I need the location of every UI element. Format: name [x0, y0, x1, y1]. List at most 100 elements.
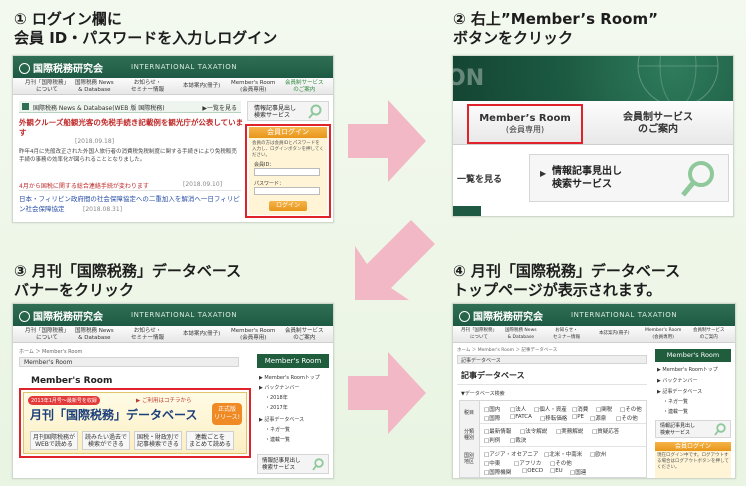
divider	[19, 190, 241, 191]
feature-pill-category: 国税・財政別で 記事検索できる	[134, 431, 182, 450]
nav-info-4[interactable]: お知らせ・ セミナー情報	[553, 328, 580, 341]
check-eu[interactable]: □EU	[550, 468, 563, 474]
check-pe[interactable]: □PE	[572, 414, 584, 420]
db-title-bar: 記事データベース	[457, 355, 647, 364]
news-date-3: [2018.08.31]	[83, 206, 123, 213]
label-country: 国別 地区	[464, 453, 475, 465]
member-service-button[interactable]: 会員制サービス のご案内	[603, 112, 713, 136]
side-item-backnumber-4[interactable]: ▶ バックナンバー	[657, 377, 697, 384]
nav-magazine-3[interactable]: 本誌案内(冊子)	[183, 331, 220, 338]
check-other-2[interactable]: □その他	[616, 414, 638, 422]
check-un[interactable]: □国連	[570, 468, 586, 476]
check-latest[interactable]: □最新情報	[484, 427, 511, 435]
side-item-database[interactable]: ▶ 記事データベース	[259, 416, 304, 423]
nav-magazine-4[interactable]: 本誌案内(冊子)	[599, 331, 630, 338]
check-qa[interactable]: □質疑応答	[592, 427, 619, 435]
room-title-bar: Member's Room	[19, 357, 239, 367]
login-description: 会員の方は会員IDとパスワードを入力し、ログインボタンを押してください。	[252, 141, 324, 158]
nav-info-3[interactable]: お知らせ・ セミナー情報	[131, 328, 164, 341]
side-item-series[interactable]: ・連載一覧	[265, 436, 290, 443]
side-item-backnumber[interactable]: ▶ バックナンバー	[259, 384, 299, 391]
site-logo[interactable]: 国際税務研究会	[19, 60, 103, 75]
see-list-link[interactable]: 一覧を見る	[457, 172, 502, 185]
check-europe[interactable]: □欧州	[590, 450, 606, 458]
site-logo-4[interactable]: 国際税務研究会	[459, 308, 543, 323]
site-header-4: 国際税務研究会 INTERNATIONAL TAXATION	[453, 304, 735, 326]
search-service-box-3[interactable]: 情報記事見出し 検索サービス	[257, 454, 329, 474]
bottom-fragment	[453, 206, 481, 216]
password-input[interactable]	[254, 187, 320, 195]
check-ruling[interactable]: □裁決	[510, 436, 526, 444]
login-button[interactable]: ログイン	[269, 201, 307, 211]
headline-link[interactable]: 外観クルーズ船観光客の免税手続き記載例を観光庁が公表しています	[19, 118, 244, 138]
news-link-2[interactable]: 4月から国税に関する総合連絡手続が変わります	[19, 181, 149, 190]
check-asia[interactable]: □アジア・オセアニア	[484, 450, 538, 458]
nav-news-3[interactable]: 国際税務 News & Database	[75, 328, 114, 341]
check-fatca[interactable]: □FATCA	[510, 414, 532, 420]
search-service-panel[interactable]: 情報記事見出し 検索サービス ▶	[529, 154, 729, 202]
check-other-1[interactable]: □その他	[620, 405, 642, 413]
headline-date: [2018.09.18]	[75, 138, 115, 145]
screenshot-4-database-top: 国際税務研究会 INTERNATIONAL TAXATION 月刊「国際税務」 …	[452, 303, 736, 479]
search-service-label: 情報記事見出し 検索サービス	[254, 105, 297, 119]
nav-member-service-3[interactable]: 会員制サービス のご案内	[285, 328, 324, 341]
nav-about-4[interactable]: 月刊「国際税務」 について	[461, 328, 497, 341]
nav-member-room-4[interactable]: Member's Room (会員専用)	[645, 328, 681, 341]
see-all-link[interactable]: ▶一覧を見る	[202, 103, 237, 112]
check-oecd[interactable]: □OECD	[522, 468, 543, 474]
side-item-list-4[interactable]: ・ネガ一覧	[663, 398, 688, 405]
nav-about-3[interactable]: 月刊「国際税務」 について	[25, 328, 69, 341]
database-banner[interactable]: 2013年1月号～最新号を収録 ▶ ご利用はコチラから 月刊「国際税務」データベ…	[23, 392, 247, 454]
nav-member-room-3[interactable]: Member's Room (会員専用)	[231, 328, 275, 341]
breadcrumb-4: ホーム ＞ Member's Room ＞ 記事データベース	[457, 348, 558, 353]
nav-info-seminar[interactable]: お知らせ・ セミナー情報	[131, 80, 164, 93]
check-domestic[interactable]: □国内	[484, 405, 500, 413]
site-logo-3[interactable]: 国際税務研究会	[19, 308, 103, 323]
form-divider-2	[480, 446, 646, 447]
check-consumption[interactable]: □消費	[572, 405, 588, 413]
side-item-top-4[interactable]: ▶ Member's Roomトップ	[657, 366, 718, 373]
search-service-box-4[interactable]: 情報記事見出し 検索サービス	[655, 420, 731, 438]
news-link-3[interactable]: 日本・フィリピン政府間の社会保障協定への二重加入を解消へ一日フィリピン社会保障協…	[19, 194, 241, 214]
side-item-2017[interactable]: ・2017年	[265, 404, 288, 411]
check-individual[interactable]: □個人・資産	[534, 405, 567, 413]
nav-news-database[interactable]: 国際税務 News & Database	[75, 80, 114, 93]
magnifier-icon-3	[312, 458, 324, 471]
check-africa[interactable]: □アフリカ	[514, 459, 541, 467]
check-law-explain[interactable]: □法令解説	[520, 427, 547, 435]
nav-about[interactable]: 月刊「国際税務」 について	[25, 80, 69, 93]
check-customs[interactable]: □関税	[596, 405, 612, 413]
side-item-top[interactable]: ▶ Member's Roomトップ	[259, 374, 320, 381]
check-international[interactable]: □国際	[484, 414, 500, 422]
check-practice[interactable]: □実務解説	[556, 427, 583, 435]
label-category: 分類 種別	[464, 429, 475, 441]
arrow-down-left-icon	[355, 220, 435, 300]
logo-subtitle: INTERNATIONAL TAXATION	[131, 63, 238, 71]
search-service-text: 情報記事見出し 検索サービス	[552, 166, 622, 190]
nav-member-service[interactable]: 会員制サービス のご案内	[285, 80, 324, 93]
feature-pill-search: 読みたい過去で 検索ができる	[82, 431, 130, 450]
side-item-list[interactable]: ・ネガ一覧	[265, 426, 290, 433]
side-item-2018[interactable]: ・2018年	[265, 394, 288, 401]
banner-click-link[interactable]: ▶ ご利用はコチラから	[136, 396, 191, 404]
magnifier-icon-4	[714, 423, 726, 436]
member-id-input[interactable]	[254, 168, 320, 176]
nav-member-service-4[interactable]: 会員制サービス のご案内	[693, 328, 725, 341]
check-case[interactable]: □判例	[484, 436, 500, 444]
check-transfer-pricing[interactable]: □移転価格	[540, 414, 567, 422]
member-room-button[interactable]: Member’s Room (会員専用)	[471, 108, 579, 140]
side-item-database-4[interactable]: ▶ 記事データベース	[657, 388, 702, 395]
check-corporate[interactable]: □法人	[510, 405, 526, 413]
check-intl-org[interactable]: □国際機関	[484, 468, 511, 476]
side-item-series-4[interactable]: ・連載一覧	[663, 408, 688, 415]
site-header: 国際税務研究会 INTERNATIONAL TAXATION	[13, 56, 333, 78]
check-withholding[interactable]: □源泉	[590, 414, 606, 422]
check-america[interactable]: □北米・中南米	[544, 450, 582, 458]
nav-member-room[interactable]: Member's Room (会員専用)	[231, 80, 275, 93]
nav-magazine[interactable]: 本誌案内(冊子)	[183, 83, 220, 90]
check-middle-east[interactable]: □中東	[484, 459, 500, 467]
search-service-box[interactable]: 情報記事見出し 検索サービス	[247, 101, 329, 121]
site-nav-4: 月刊「国際税務」 について 国際税務 News & Database お知らせ・…	[453, 326, 735, 343]
nav-news-4[interactable]: 国際税務 News & Database	[505, 328, 537, 341]
check-other-3[interactable]: □その他	[550, 459, 572, 467]
